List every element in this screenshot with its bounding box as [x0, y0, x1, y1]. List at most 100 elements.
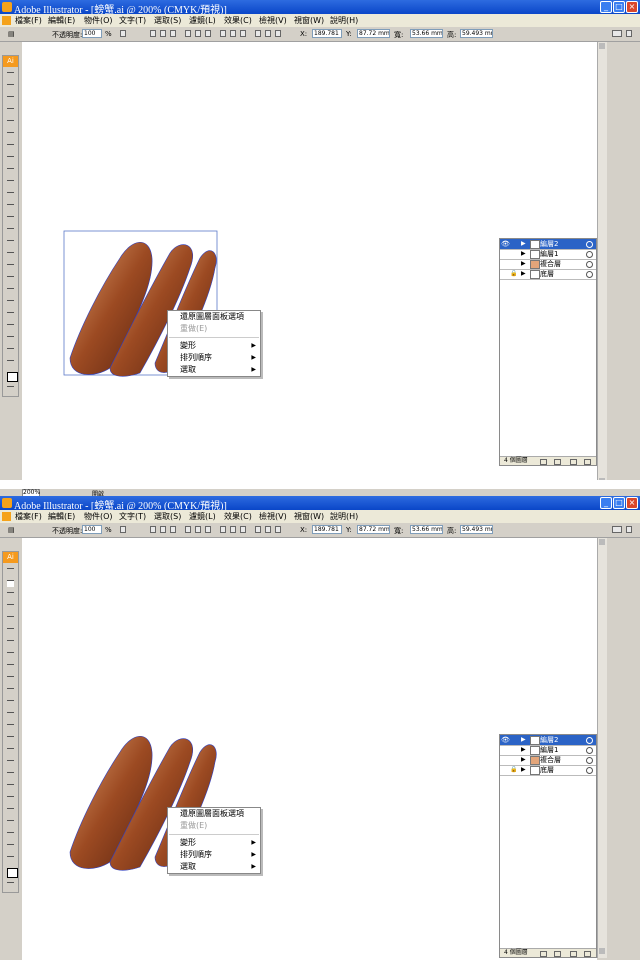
free-transform-tool-icon[interactable]: [7, 724, 14, 731]
y-field[interactable]: 87.72 mm: [357, 29, 390, 38]
eraser-tool-icon[interactable]: [7, 832, 14, 839]
distribute-top-icon[interactable]: [220, 30, 226, 37]
lasso-tool-icon[interactable]: [7, 604, 14, 611]
opacity-field[interactable]: 100: [82, 29, 102, 38]
eraser-tool-icon[interactable]: [7, 336, 14, 343]
scroll-up-icon[interactable]: [599, 43, 605, 49]
align-center-icon[interactable]: [160, 526, 166, 533]
menu-file[interactable]: 檔案(F): [15, 15, 42, 26]
align-bottom-icon[interactable]: [205, 526, 211, 533]
locate-object-icon[interactable]: [540, 459, 547, 465]
gradient-tool-icon[interactable]: [7, 772, 14, 779]
line-tool-icon[interactable]: [7, 144, 14, 151]
vertical-scrollbar[interactable]: [597, 42, 607, 480]
slice-tool-icon[interactable]: [7, 324, 14, 331]
menu-help[interactable]: 說明(H): [330, 511, 358, 522]
distribute-bottom-icon[interactable]: [240, 526, 246, 533]
paintbrush-tool-icon[interactable]: [7, 664, 14, 671]
align-right-icon[interactable]: [170, 526, 176, 533]
free-transform-tool-icon[interactable]: [7, 228, 14, 235]
clipping-mask-icon[interactable]: [554, 951, 561, 957]
maximize-button[interactable]: □: [613, 1, 625, 13]
eye-icon[interactable]: 👁: [501, 240, 510, 248]
control-menu-icon[interactable]: ▤: [8, 30, 15, 38]
palette-menu-icon[interactable]: [626, 526, 632, 533]
control-menu-icon[interactable]: ▤: [8, 526, 15, 534]
menu-item-arrange[interactable]: 排列順序 ▶: [168, 849, 260, 861]
delete-layer-icon[interactable]: [584, 459, 591, 465]
menu-edit[interactable]: 編輯(E): [48, 511, 75, 522]
target-icon[interactable]: [586, 261, 593, 268]
brush-icon[interactable]: [612, 30, 622, 37]
expand-arrow-icon[interactable]: ▶: [521, 746, 526, 753]
scroll-down-icon[interactable]: [599, 948, 605, 954]
rotate-tool-icon[interactable]: [7, 688, 14, 695]
expand-arrow-icon[interactable]: ▶: [521, 270, 526, 277]
distribute-middle-icon[interactable]: [230, 30, 236, 37]
menu-item-select[interactable]: 選取 ▶: [168, 364, 260, 376]
scroll-down-icon[interactable]: [599, 478, 605, 480]
direct-selection-tool-icon[interactable]: [7, 580, 14, 587]
menu-effect[interactable]: 效果(C): [224, 15, 252, 26]
menu-filter[interactable]: 濾鏡(L): [189, 511, 216, 522]
new-sublayer-icon[interactable]: [570, 951, 577, 957]
target-icon[interactable]: [586, 271, 593, 278]
width-field[interactable]: 53.66 mm: [410, 29, 443, 38]
y-field[interactable]: 87.72 mm: [357, 525, 390, 534]
height-field[interactable]: 59.493 mm: [460, 29, 493, 38]
minimize-button[interactable]: _: [600, 497, 612, 509]
rectangle-tool-icon[interactable]: [7, 652, 14, 659]
target-icon[interactable]: [586, 757, 593, 764]
distribute-right-icon[interactable]: [275, 30, 281, 37]
height-field[interactable]: 59.493 mm: [460, 525, 493, 534]
expand-arrow-icon[interactable]: ▶: [521, 260, 526, 267]
pen-tool-icon[interactable]: [7, 120, 14, 127]
clipping-mask-icon[interactable]: [554, 459, 561, 465]
rotate-tool-icon[interactable]: [7, 192, 14, 199]
locate-object-icon[interactable]: [540, 951, 547, 957]
align-middle-icon[interactable]: [195, 30, 201, 37]
direct-selection-tool-icon[interactable]: [7, 84, 14, 91]
menu-item-undo-layers-options[interactable]: 還原圖層面板選項: [168, 311, 260, 323]
blend-tool-icon[interactable]: [7, 300, 14, 307]
menu-item-transform[interactable]: 變形 ▶: [168, 340, 260, 352]
menu-effect[interactable]: 效果(C): [224, 511, 252, 522]
lock-icon[interactable]: 🔒: [510, 766, 518, 774]
selection-tool-icon[interactable]: [7, 568, 14, 575]
maximize-button[interactable]: □: [613, 497, 625, 509]
menu-item-select[interactable]: 選取 ▶: [168, 861, 260, 873]
selection-tool-icon[interactable]: [7, 72, 14, 79]
warp-tool-icon[interactable]: [7, 216, 14, 223]
layer-row[interactable]: 🔒 ▶ 底層: [500, 269, 596, 280]
menu-type[interactable]: 文字(T): [119, 15, 146, 26]
scale-tool-icon[interactable]: [7, 204, 14, 211]
align-icon[interactable]: [120, 30, 126, 37]
distribute-center-icon[interactable]: [265, 30, 271, 37]
align-bottom-icon[interactable]: [205, 30, 211, 37]
lock-icon[interactable]: 🔒: [510, 270, 518, 278]
menu-select[interactable]: 選取(S): [154, 15, 181, 26]
menu-object[interactable]: 物件(O): [84, 15, 113, 26]
eyedropper-tool-icon[interactable]: [7, 784, 14, 791]
align-top-icon[interactable]: [185, 526, 191, 533]
graph-tool-icon[interactable]: [7, 252, 14, 259]
distribute-center-icon[interactable]: [265, 526, 271, 533]
menu-help[interactable]: 說明(H): [330, 15, 358, 26]
expand-arrow-icon[interactable]: ▶: [521, 240, 526, 247]
gradient-tool-icon[interactable]: [7, 276, 14, 283]
align-right-icon[interactable]: [170, 30, 176, 37]
menu-edit[interactable]: 編輯(E): [48, 15, 75, 26]
eye-icon[interactable]: 👁: [501, 736, 510, 744]
align-middle-icon[interactable]: [195, 526, 201, 533]
type-tool-icon[interactable]: [7, 132, 14, 139]
scale-tool-icon[interactable]: [7, 700, 14, 707]
menu-select[interactable]: 選取(S): [154, 511, 181, 522]
distribute-right-icon[interactable]: [275, 526, 281, 533]
menu-type[interactable]: 文字(T): [119, 511, 146, 522]
expand-arrow-icon[interactable]: ▶: [521, 250, 526, 257]
mesh-tool-icon[interactable]: [7, 760, 14, 767]
target-icon[interactable]: [586, 767, 593, 774]
menu-window[interactable]: 視窗(W): [294, 15, 324, 26]
expand-arrow-icon[interactable]: ▶: [521, 766, 526, 773]
graph-tool-icon[interactable]: [7, 748, 14, 755]
